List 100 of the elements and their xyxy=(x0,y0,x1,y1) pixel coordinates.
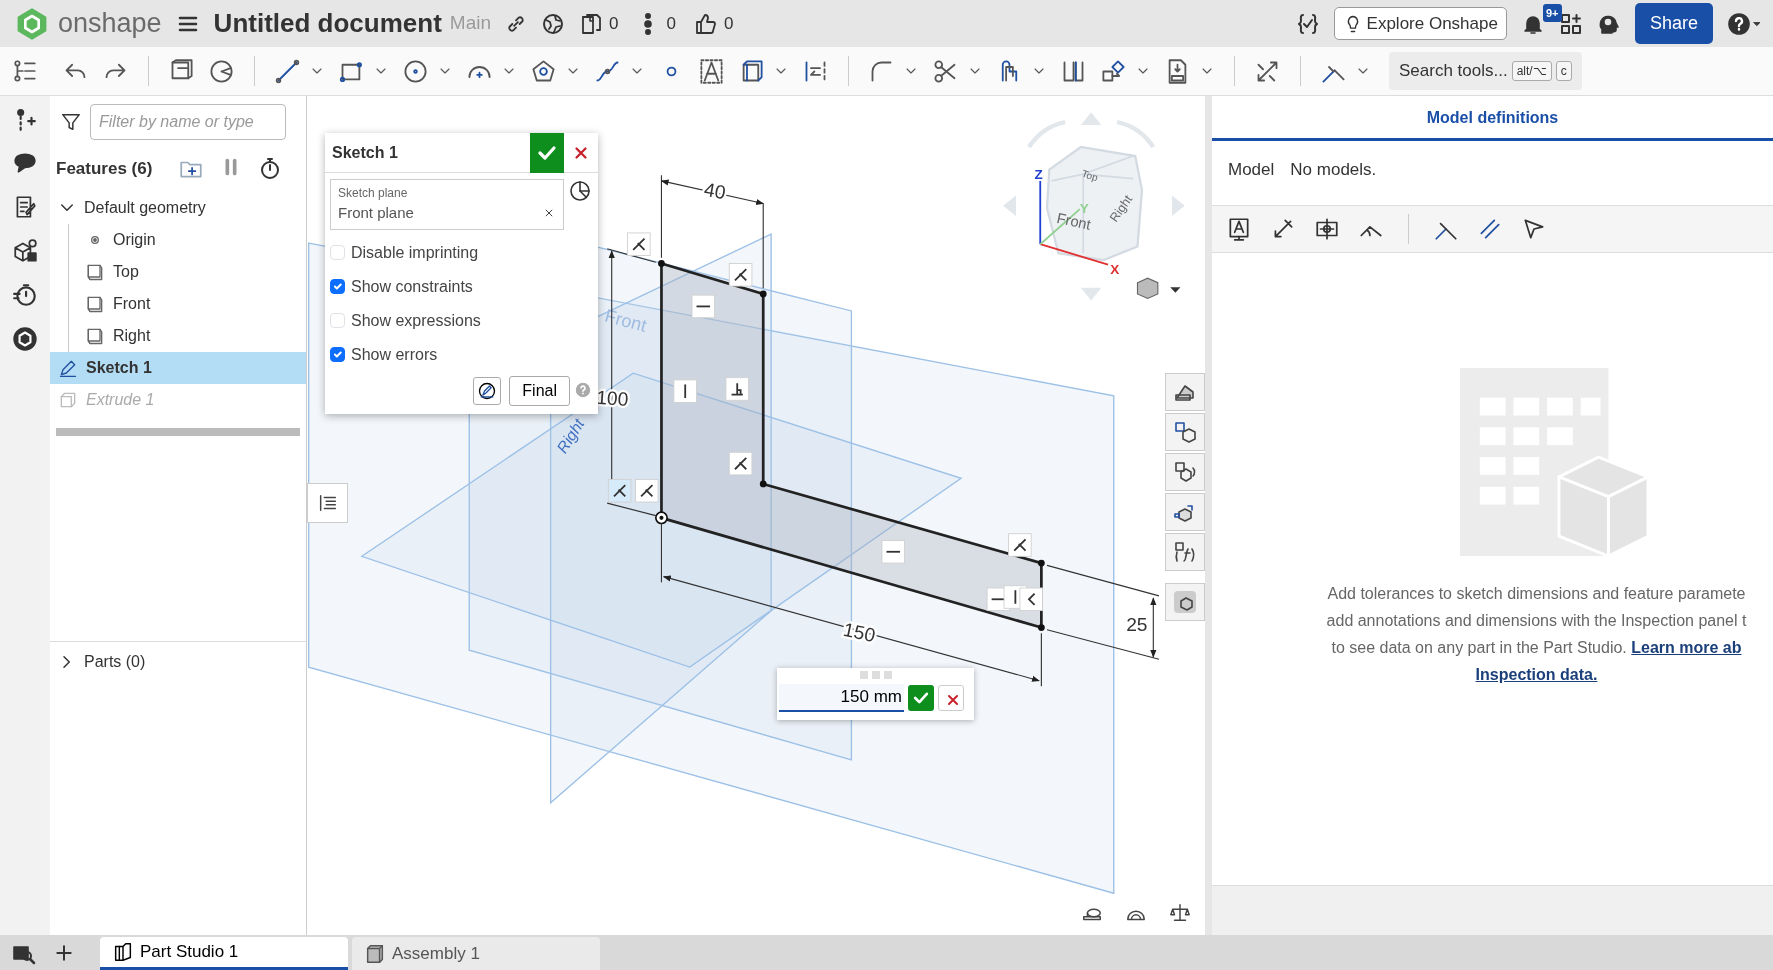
render-button[interactable] xyxy=(1165,583,1205,621)
checkbox-label[interactable]: Show constraints xyxy=(351,274,473,299)
constraint-icon xyxy=(635,478,659,503)
learn-more-link[interactable]: Inspection data. xyxy=(1475,665,1598,683)
dimension-value: 25 xyxy=(1126,613,1148,635)
feature-row[interactable]: Origin xyxy=(77,224,306,256)
checkbox[interactable] xyxy=(330,347,345,362)
constraint-icon xyxy=(1008,533,1032,557)
line-tool-icon[interactable] xyxy=(274,57,301,85)
stopwatch-icon[interactable] xyxy=(12,282,38,308)
constraint-icon xyxy=(728,263,753,287)
constraint-icon xyxy=(691,294,716,319)
feature-row[interactable]: Top xyxy=(77,256,306,288)
filter-field[interactable]: Filter by name or type xyxy=(90,104,286,140)
view-cube-face-label: Top xyxy=(1080,167,1100,184)
confirm-button[interactable] xyxy=(908,684,934,711)
render-icon xyxy=(1173,590,1197,614)
info-paragraph: Add tolerances to sketch dimensions and feature paramete add annotations and dimensions with the Inspection panel t to see data on any part in the Part Studio. Learn more ab Inspection data. xyxy=(1325,583,1748,685)
panel-tab[interactable]: Model definitions xyxy=(1212,96,1773,141)
feature-row[interactable]: Right xyxy=(77,320,306,352)
pencil-icon xyxy=(58,358,78,378)
constraint-icon xyxy=(627,232,651,256)
globe-icon[interactable] xyxy=(541,11,565,36)
help-icon[interactable] xyxy=(1727,11,1751,36)
logo-text: onshape xyxy=(58,7,162,41)
learn-more-link[interactable]: Learn more ab xyxy=(1631,638,1742,656)
document-tab[interactable]: Part Studio 1 xyxy=(100,937,348,970)
model-label: Model xyxy=(1228,159,1275,181)
apps-icon[interactable] xyxy=(1558,11,1583,36)
checkbox-label[interactable]: Disable imprinting xyxy=(351,240,479,265)
feature-row[interactable]: Default geometry xyxy=(50,192,306,224)
dialog-title: Sketch 1 xyxy=(331,142,399,163)
sketch-solve-button[interactable] xyxy=(473,376,502,405)
search-tools-button[interactable]: Search tools... alt/⌥ c xyxy=(1389,52,1582,90)
thumbs-up-icon[interactable] xyxy=(693,11,718,36)
shortcut-key: alt/⌥ xyxy=(1511,61,1552,81)
model-value: No models. xyxy=(1290,159,1377,181)
plane-label: Front xyxy=(602,305,649,336)
constraint-icon xyxy=(725,377,749,401)
constraint-icon xyxy=(728,451,753,476)
vertex-point xyxy=(759,480,767,488)
final-button[interactable]: Final xyxy=(509,375,570,406)
balance-scale-icon[interactable] xyxy=(1169,902,1191,924)
dimension-field[interactable]: 150 mm xyxy=(779,684,904,712)
checkbox-label[interactable]: Show errors xyxy=(351,342,438,367)
checkbox-label[interactable]: Show expressions xyxy=(351,308,481,333)
view-mode-cube-icon xyxy=(1136,277,1159,300)
feature-row[interactable]: Front xyxy=(77,288,306,320)
variable-cube-button[interactable] xyxy=(1165,453,1205,491)
document-title[interactable]: Untitled document xyxy=(213,4,442,43)
text-tool-icon[interactable] xyxy=(698,57,725,85)
sketch-plane-field[interactable]: Sketch plane Front plane xyxy=(330,179,564,230)
checkbox[interactable] xyxy=(330,279,345,294)
parts-row[interactable]: Parts (0) xyxy=(50,641,306,681)
origin-point-icon xyxy=(654,511,668,525)
annotation-icon[interactable] xyxy=(1226,215,1252,242)
constraint-icon xyxy=(1019,587,1043,612)
documents-icon[interactable] xyxy=(579,11,603,36)
feature-row[interactable]: Sketch 1 xyxy=(50,352,306,384)
dimension-value: 100 xyxy=(595,386,630,410)
cube-lock-icon[interactable] xyxy=(12,238,38,264)
view-normal-icon[interactable] xyxy=(568,179,592,203)
axis-label: X xyxy=(1110,261,1120,277)
filter-icon[interactable] xyxy=(60,111,82,133)
constraint-icon xyxy=(607,478,632,503)
views-icon xyxy=(1173,420,1197,444)
dimension-value: 40 xyxy=(702,178,728,204)
views-button[interactable] xyxy=(1165,413,1205,451)
features-heading: Features (6) xyxy=(56,158,153,181)
circle-tool-icon[interactable] xyxy=(402,57,429,85)
extrude-icon xyxy=(58,390,78,410)
variable-cube-icon xyxy=(1173,460,1197,484)
count-label: 0 xyxy=(609,12,619,35)
document-tab[interactable]: Assembly 1 xyxy=(352,937,600,970)
confirm-button[interactable] xyxy=(530,132,564,173)
share-button[interactable]: Share xyxy=(1634,3,1713,44)
panel-toggle-button[interactable] xyxy=(307,483,348,523)
constraint-icon xyxy=(881,540,905,564)
part-studio-icon xyxy=(112,941,134,963)
shortcut-key: c xyxy=(1555,61,1572,81)
caret-icon xyxy=(1170,287,1181,293)
vertex-point xyxy=(1038,559,1045,567)
notification-badge: 9+ xyxy=(1542,3,1562,22)
count-label: 0 xyxy=(666,12,676,35)
plane-icon xyxy=(85,262,105,282)
assembly-icon xyxy=(364,942,386,965)
count-label: 0 xyxy=(723,12,734,35)
explore-button[interactable]: Explore Onshape xyxy=(1333,6,1507,41)
pie-icon[interactable] xyxy=(208,57,235,85)
braces-check-icon[interactable] xyxy=(1295,11,1320,36)
section-view-button[interactable] xyxy=(1165,493,1205,531)
function-icon xyxy=(1173,540,1197,564)
pencil-circle-icon xyxy=(477,381,498,402)
feature-tree-icon[interactable] xyxy=(12,58,38,84)
function-button[interactable] xyxy=(1165,533,1205,571)
vertex-point xyxy=(759,290,767,298)
appearance-button[interactable] xyxy=(1165,373,1205,411)
cancel-button[interactable] xyxy=(938,684,964,711)
add-tab-icon[interactable] xyxy=(54,942,74,963)
constraint-icon xyxy=(673,379,697,403)
